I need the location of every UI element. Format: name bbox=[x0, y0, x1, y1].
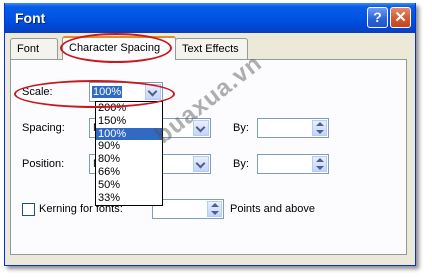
position-by-spin-buttons[interactable] bbox=[312, 156, 327, 172]
spin-down-icon bbox=[316, 130, 324, 134]
tab-font-label: Font bbox=[17, 43, 40, 55]
chevron-down-icon bbox=[195, 158, 206, 169]
kerning-spin-buttons[interactable] bbox=[207, 201, 222, 217]
close-button[interactable]: ✕ bbox=[390, 7, 411, 28]
spin-up-icon bbox=[316, 158, 324, 162]
help-icon: ? bbox=[373, 9, 382, 25]
spin-down-icon bbox=[316, 166, 324, 170]
spacing-label: Spacing: bbox=[22, 122, 65, 134]
scale-combobox[interactable]: 100% bbox=[89, 82, 163, 102]
scale-option[interactable]: 50% bbox=[96, 179, 162, 192]
tab-text-effects[interactable]: Text Effects bbox=[175, 38, 248, 60]
spin-up-icon bbox=[211, 203, 219, 207]
kerning-suffix: Points and above bbox=[230, 203, 316, 215]
scale-dropdown-button[interactable] bbox=[145, 84, 161, 100]
position-dropdown-button[interactable] bbox=[193, 156, 209, 172]
spin-down-icon bbox=[211, 211, 219, 215]
close-icon: ✕ bbox=[394, 9, 407, 26]
title-bar[interactable]: Font ? ✕ bbox=[5, 3, 415, 33]
position-label: Position: bbox=[22, 158, 65, 170]
chevron-down-icon bbox=[147, 86, 158, 97]
scale-option[interactable]: 200% bbox=[96, 102, 162, 115]
scale-dropdown-list[interactable]: 200% 150% 100% 90% 80% 66% 50% 33% bbox=[95, 101, 163, 206]
tab-character-spacing[interactable]: Character Spacing bbox=[62, 36, 176, 60]
tab-font[interactable]: Font bbox=[10, 38, 58, 60]
tab-character-spacing-label: Character Spacing bbox=[69, 42, 161, 54]
scale-option[interactable]: 33% bbox=[96, 192, 162, 205]
help-button[interactable]: ? bbox=[367, 7, 388, 28]
kerning-checkbox[interactable] bbox=[22, 203, 35, 216]
scale-option[interactable]: 90% bbox=[96, 140, 162, 153]
dialog-title: Font bbox=[15, 10, 46, 26]
tab-text-effects-label: Text Effects bbox=[182, 43, 239, 55]
scale-option[interactable]: 66% bbox=[96, 166, 162, 179]
spin-up-icon bbox=[316, 122, 324, 126]
scale-value: 100% bbox=[92, 86, 123, 98]
spacing-by-spinner[interactable] bbox=[257, 118, 329, 138]
spacing-by-spin-buttons[interactable] bbox=[312, 120, 327, 136]
position-by-spinner[interactable] bbox=[257, 154, 329, 174]
position-by-label: By: bbox=[233, 158, 249, 170]
scale-option[interactable]: 80% bbox=[96, 153, 162, 166]
spacing-by-label: By: bbox=[233, 122, 249, 134]
scale-label: Scale: bbox=[22, 86, 53, 98]
